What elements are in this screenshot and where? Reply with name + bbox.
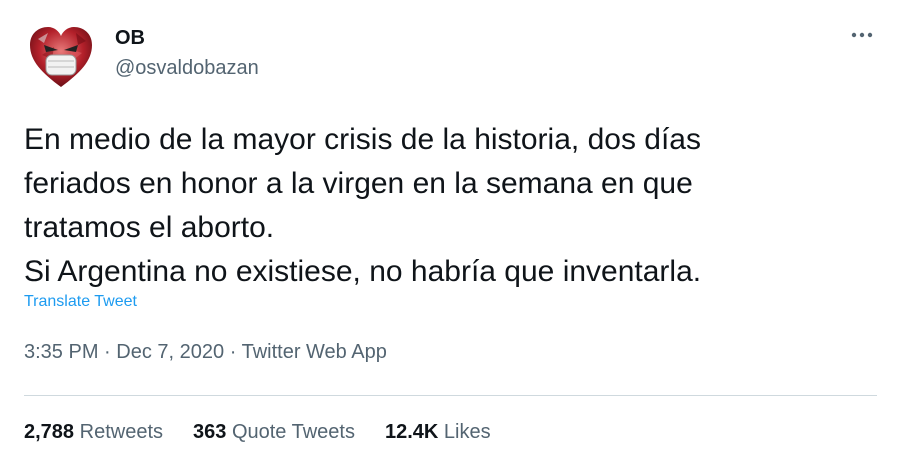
tweet-line: feriados en honor a la virgen en la sema… — [24, 167, 693, 200]
user-handle[interactable]: @osvaldobazan — [115, 57, 259, 80]
tweet-source[interactable]: Twitter Web App — [242, 341, 387, 363]
tweet-line: Si Argentina no existiese, no habría que… — [24, 255, 702, 288]
likes-count: 12.4K — [384, 421, 439, 443]
quote-tweets-count: 363 — [193, 421, 227, 443]
tweet-time[interactable]: 3:35 PM — [24, 341, 98, 363]
meta-separator: · — [104, 341, 111, 363]
retweets-count: 2,788 — [24, 421, 75, 443]
tweet-date[interactable]: Dec 7, 2020 — [116, 341, 224, 363]
tweet-stats: 2,788 Retweets 363 Quote Tweets 12.4K Li… — [24, 421, 521, 444]
heart-mask-character-icon — [30, 27, 92, 87]
display-name[interactable]: OB — [115, 27, 145, 50]
tweet-line: tratamos el aborto. — [24, 211, 275, 244]
more-dots-icon[interactable] — [846, 24, 878, 46]
retweets-stat[interactable]: 2,788 Retweets — [24, 421, 163, 444]
divider — [24, 395, 877, 396]
retweets-label: Retweets — [79, 421, 163, 443]
translate-tweet-link[interactable]: Translate Tweet — [24, 293, 137, 311]
quote-tweets-label: Quote Tweets — [231, 421, 355, 443]
likes-stat[interactable]: 12.4K Likes — [385, 421, 491, 444]
likes-label: Likes — [443, 421, 491, 443]
tweet-meta: 3:35 PM · Dec 7, 2020 · Twitter Web App — [24, 341, 387, 364]
meta-separator: · — [229, 341, 237, 363]
avatar[interactable] — [24, 19, 98, 93]
tweet-text: En medio de la mayor crisis de la histor… — [24, 118, 874, 294]
quote-tweets-stat[interactable]: 363 Quote Tweets — [193, 421, 355, 444]
tweet-line: En medio de la mayor crisis de la histor… — [24, 123, 701, 156]
